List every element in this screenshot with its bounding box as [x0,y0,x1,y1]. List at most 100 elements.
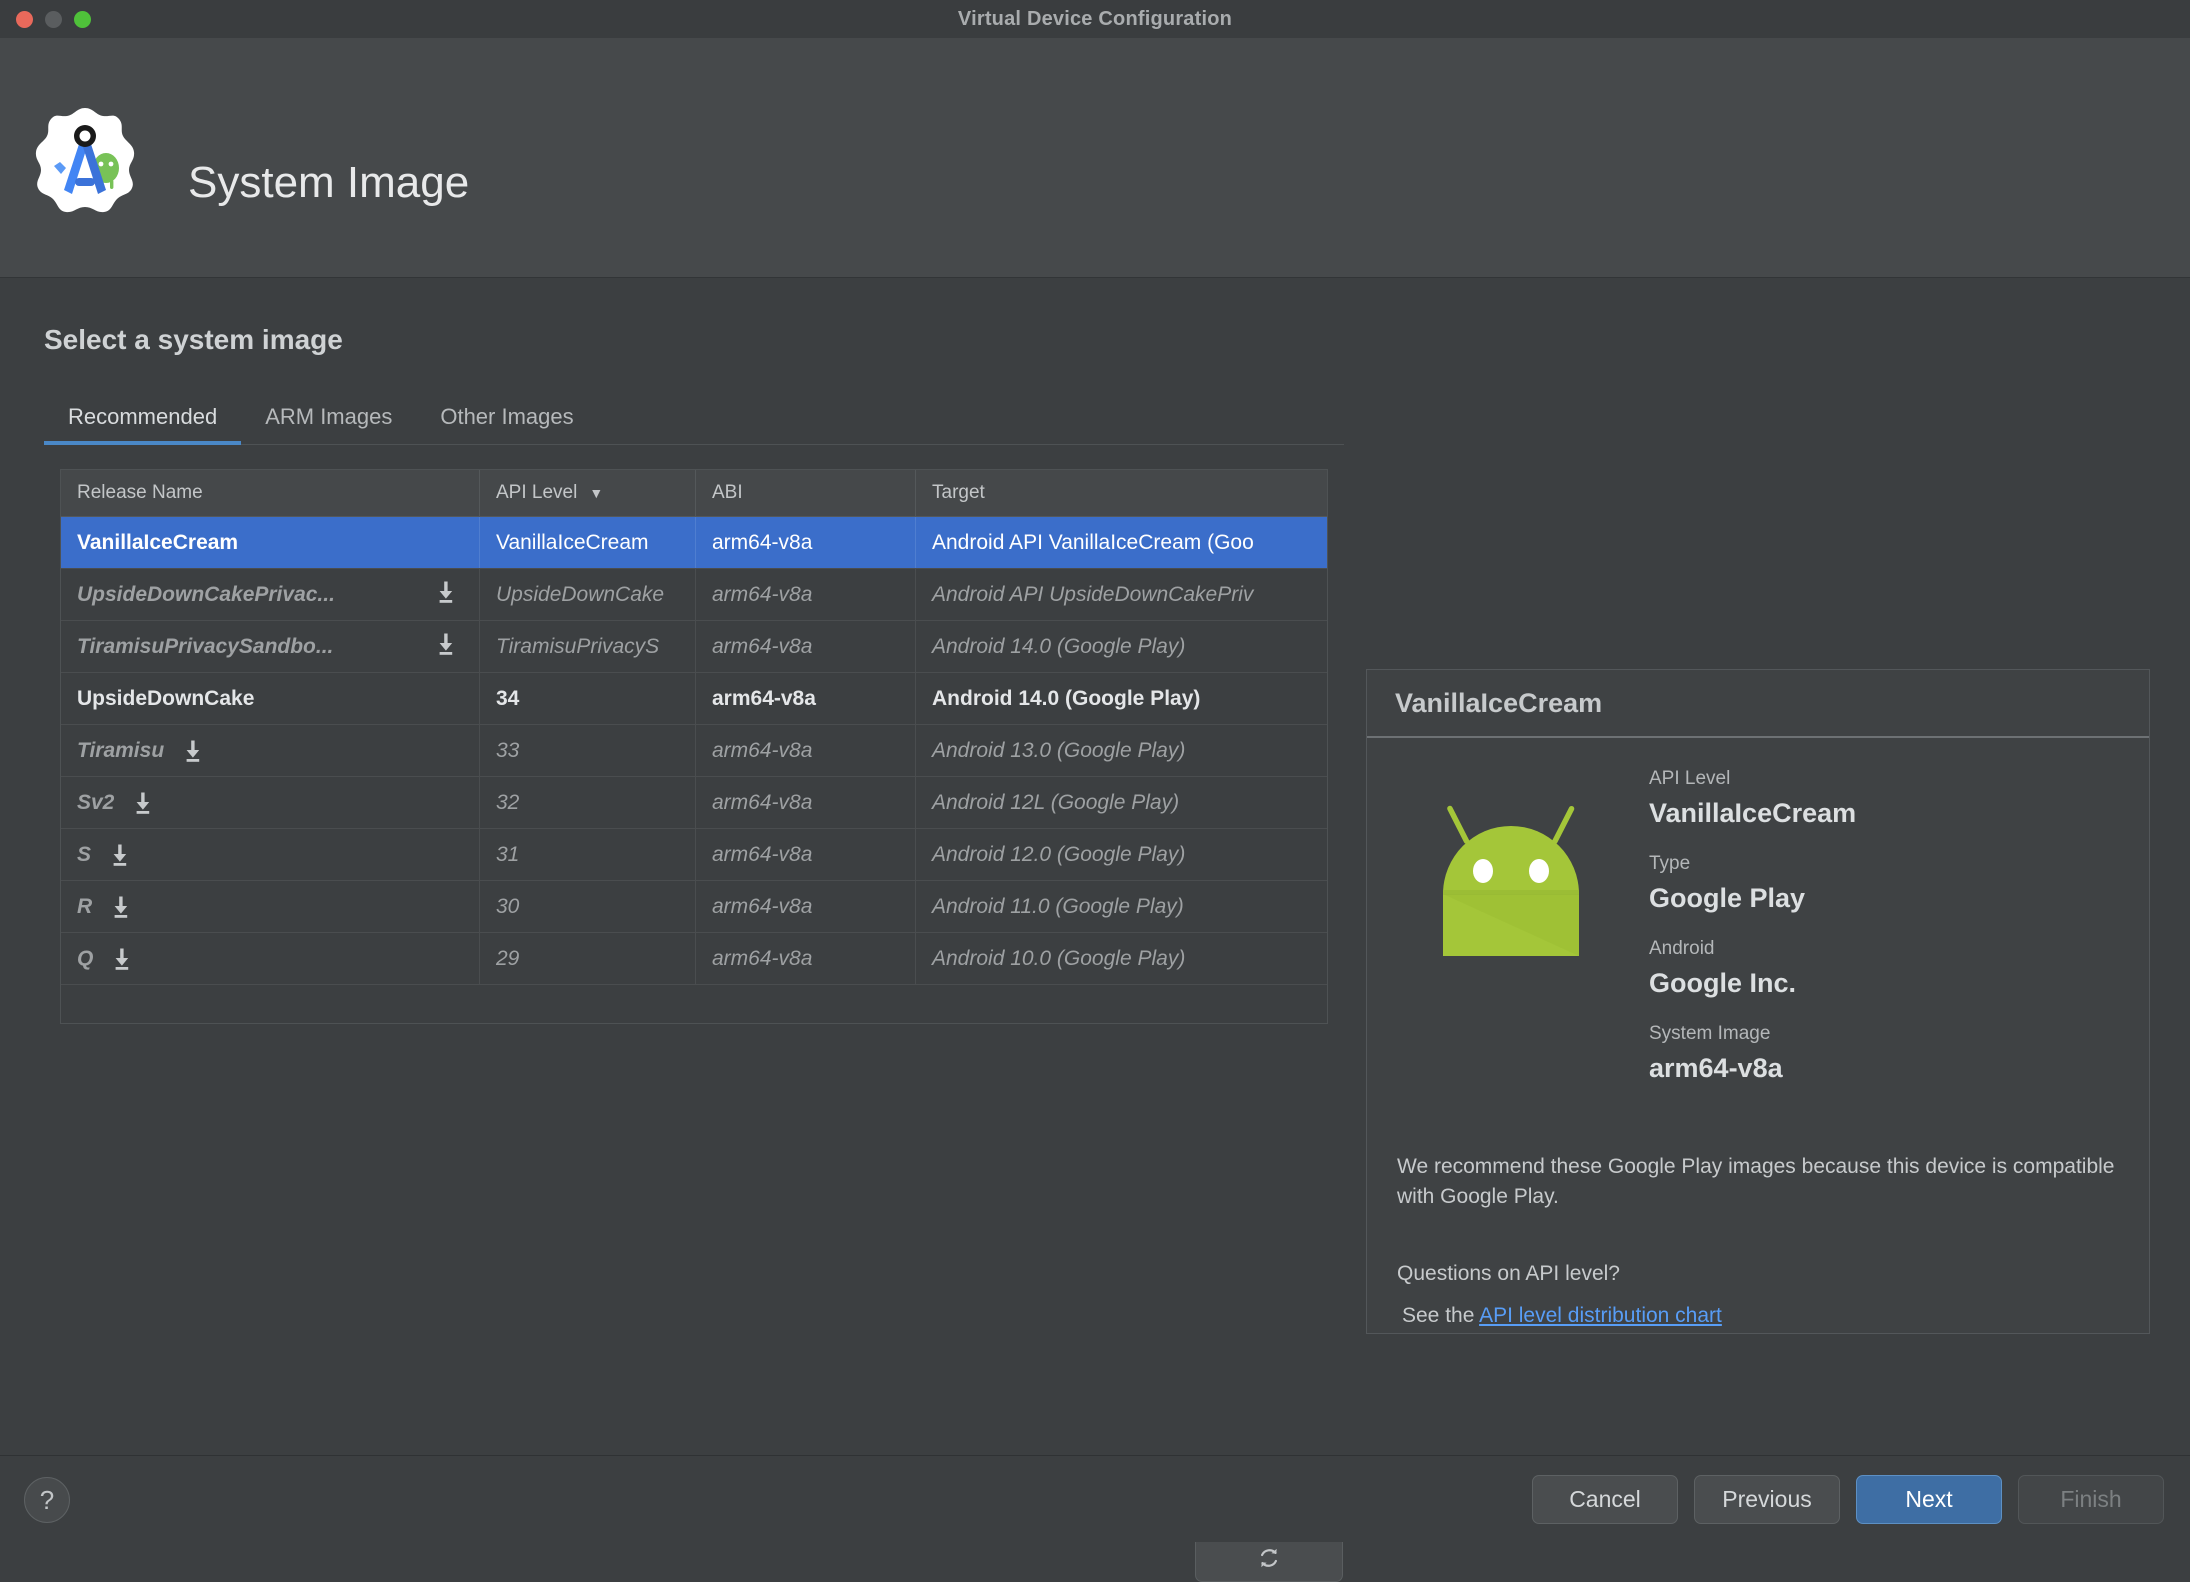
cell-release-name: VanillaIceCream [61,517,480,568]
cell-target: Android 12L (Google Play) [932,790,1180,814]
cancel-button[interactable]: Cancel [1532,1475,1678,1524]
detail-field-value: arm64-v8a [1649,1053,1783,1083]
table-row[interactable]: TiramisuPrivacySandbo... TiramisuPrivacyS… [61,621,1327,673]
tab-arm-images[interactable]: ARM Images [241,404,416,444]
release-name-text: VanillaIceCream [77,530,239,554]
download-button[interactable] [435,580,457,610]
api-level-distribution-chart-link[interactable]: API level distribution chart [1479,1304,1722,1327]
table-body: VanillaIceCream VanillaIceCream arm64-v8a A… [61,517,1327,985]
previous-button[interactable]: Previous [1694,1475,1840,1524]
next-button[interactable]: Next [1856,1475,2002,1524]
release-name-text: UpsideDownCakePrivac... [77,582,335,606]
section-title: Select a system image [44,324,343,355]
column-header-abi[interactable]: ABI [696,470,916,516]
release-name-text: Tiramisu [77,738,165,762]
cell-target: Android 14.0 (Google Play) [932,634,1186,658]
cell-release-name: Tiramisu [61,725,480,776]
cell-abi: arm64-v8a [696,933,916,984]
detail-field: System Image arm64-v8a [1649,1023,1856,1084]
table-row[interactable]: UpsideDownCake 34 arm64-v8a Android 14.0 (G… [61,673,1327,725]
cell-api-level: 30 [480,881,696,932]
cell-api-level: TiramisuPrivacyS [480,621,696,672]
release-name-text: S [77,842,92,866]
api-chart-line: See the API level distribution chart [1397,1301,2117,1331]
cell-release-name: TiramisuPrivacySandbo... [61,621,480,672]
cell-abi: arm64-v8a [696,777,916,828]
android-robot-icon [1421,786,1601,991]
detail-field: API Level VanillaIceCream [1649,768,1856,829]
download-button[interactable] [435,632,457,662]
table-row[interactable]: R 30 arm64-v8a Android 11.0 (Google Play) [61,881,1327,933]
download-icon [114,896,128,918]
table-row[interactable]: Tiramisu 33 arm64-v8a Android 13.0 (Google … [61,725,1327,777]
table-row[interactable]: Q 29 arm64-v8a Android 10.0 (Google Play) [61,933,1327,985]
detail-field: Type Google Play [1649,853,1856,914]
download-icon [439,633,453,655]
cell-api-level: 33 [480,725,696,776]
download-button[interactable] [109,843,131,867]
column-header-api-level[interactable]: API Level ▼ [480,470,696,516]
cell-release-name: UpsideDownCake [61,673,480,724]
table-row[interactable]: S 31 arm64-v8a Android 12.0 (Google Play) [61,829,1327,881]
table-row[interactable]: Sv2 32 arm64-v8a Android 12L (Google Play) [61,777,1327,829]
detail-field-list: API Level VanillaIceCream Type Google Play A… [1649,768,1856,1108]
page-title: System Image [188,158,470,207]
download-button[interactable] [182,739,204,763]
column-header-target[interactable]: Target [916,470,1327,516]
dialog-button-row: Cancel Previous Next Finish [1532,1475,2164,1524]
download-icon [186,740,200,762]
question-mark-icon: ? [39,1484,55,1515]
table-row[interactable]: VanillaIceCream VanillaIceCream arm64-v8a A… [61,517,1327,569]
release-name-text: Sv2 [77,790,115,814]
release-name-text: UpsideDownCake [77,686,255,710]
cell-release-name: Sv2 [61,777,480,828]
detail-field-value: Google Inc. [1649,968,1797,998]
wizard-body: Select a system image Recommended ARM Im… [0,279,2190,1582]
cell-api-level: 32 [480,777,696,828]
table-row[interactable]: UpsideDownCakePrivac... UpsideDownCake arm… [61,569,1327,621]
download-button[interactable] [111,947,133,971]
cell-abi: arm64-v8a [696,673,916,724]
cell-api-level: UpsideDownCake [480,569,696,620]
release-name-text: R [77,894,93,918]
cell-abi: arm64-v8a [696,517,916,568]
download-button[interactable] [110,895,132,919]
help-button[interactable]: ? [24,1477,70,1523]
detail-field-label: API Level [1649,768,1731,789]
table-header-row: Release Name API Level ▼ ABI Target [61,470,1327,517]
column-header-release-name[interactable]: Release Name [61,470,480,516]
see-the-prefix: See the [1402,1304,1480,1328]
release-name-text: TiramisuPrivacySandbo... [77,634,334,658]
android-studio-logo-icon [30,104,140,214]
cell-api-level: 31 [480,829,696,880]
cell-abi: arm64-v8a [696,829,916,880]
cell-target: Android API VanillaIceCream (Goo [932,530,1254,554]
tab-recommended[interactable]: Recommended [44,404,242,445]
detail-field-label: Type [1649,853,1691,874]
cell-api-level: 34 [480,673,696,724]
cell-target: Android API UpsideDownCakePriv [932,582,1254,606]
sort-descending-icon: ▼ [589,485,604,501]
cell-release-name: R [61,881,480,932]
detail-note-block: We recommend these Google Play images be… [1397,1152,2117,1332]
system-image-detail-panel: VanillaIceCream API Level VanillaIceCream… [1366,669,2150,1334]
download-icon [136,792,150,814]
cell-target: Android 12.0 (Google Play) [932,842,1186,866]
refresh-icon [1261,1548,1277,1568]
finish-button[interactable]: Finish [2018,1475,2164,1524]
cell-abi: arm64-v8a [696,569,916,620]
column-header-label: Target [932,482,985,503]
tab-other-images[interactable]: Other Images [416,404,597,444]
download-button[interactable] [132,791,154,815]
cell-release-name: UpsideDownCakePrivac... [61,569,480,620]
dialog-footer: ? Cancel Previous Next Finish [0,1455,2190,1542]
table-empty-space [61,985,1327,1225]
detail-panel-body: API Level VanillaIceCream Type Google Play A… [1367,738,2149,1333]
detail-field-label: Android [1649,938,1715,959]
cell-release-name: Q [61,933,480,984]
cell-api-level: VanillaIceCream [480,517,696,568]
wizard-header: System Image [0,38,2190,278]
cell-abi: arm64-v8a [696,621,916,672]
detail-field-value: Google Play [1649,883,1806,913]
column-header-label: API Level [496,482,578,503]
